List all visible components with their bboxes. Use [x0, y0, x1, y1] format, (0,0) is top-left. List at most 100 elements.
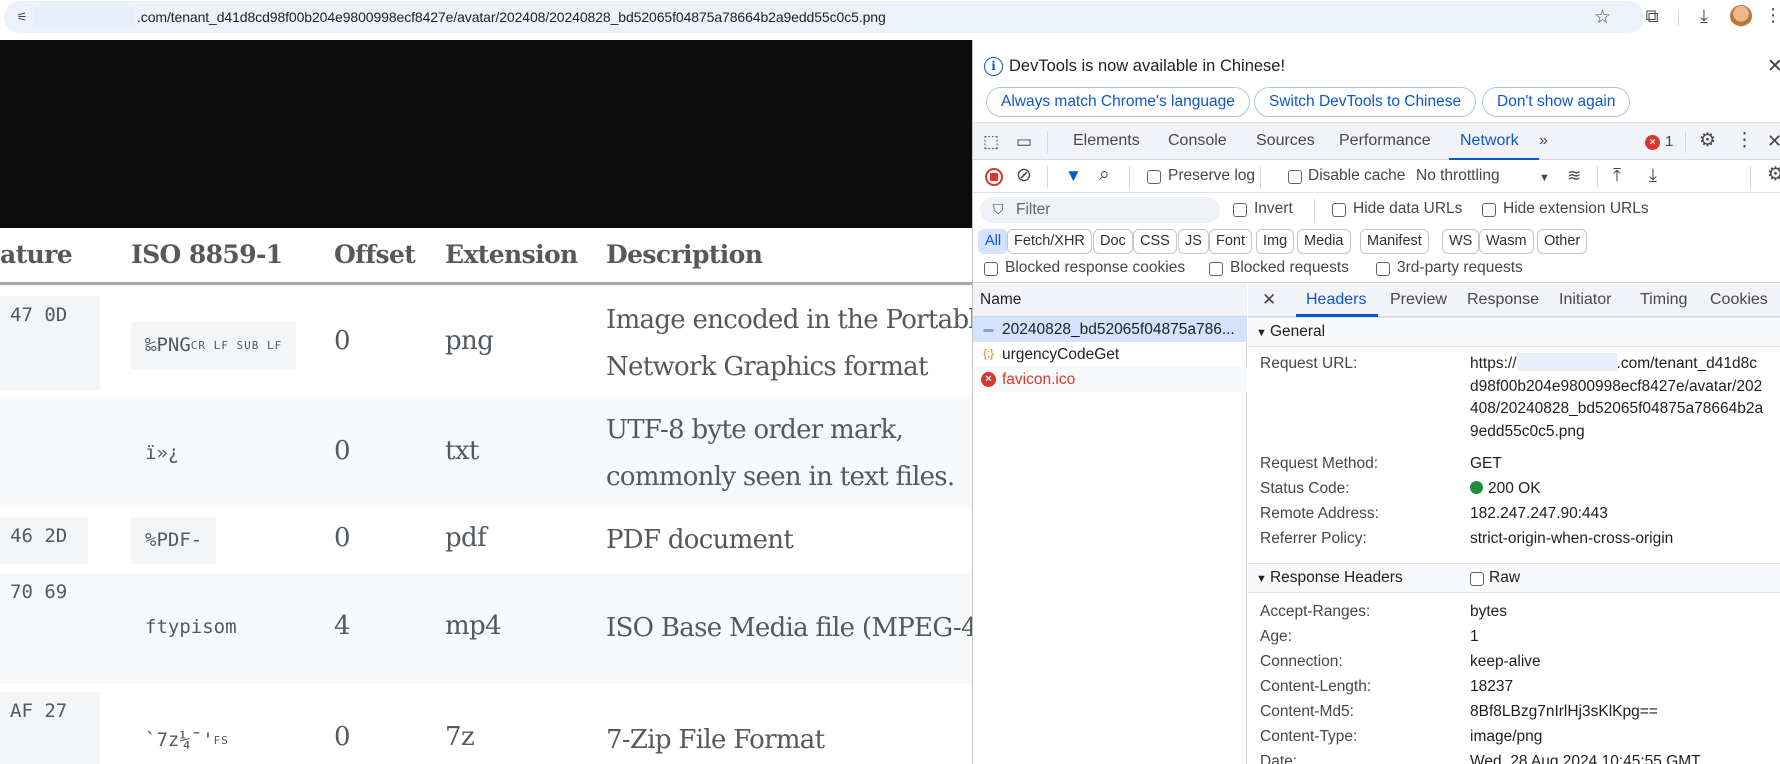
response-headers-section-toggle[interactable]: ▼ Response Headers Raw [1248, 563, 1780, 593]
error-count[interactable]: 1 [1665, 133, 1673, 150]
banner-message: DevTools is now available in Chinese! [1009, 57, 1286, 75]
settings-gear-icon[interactable]: ⚙ [1699, 131, 1716, 151]
description-line: UTF-8 byte order mark, [606, 415, 904, 445]
toolbar-divider [1678, 10, 1679, 26]
table-header: ature ISO 8859-1 Offset Extension Descri… [0, 228, 972, 285]
chevron-down-icon[interactable]: ▼ [1539, 168, 1550, 188]
filter-input[interactable] [980, 197, 1220, 223]
invert-checkbox[interactable] [1233, 203, 1247, 217]
network-toolbar: ⊘ ▼ ⌕ Preserve log Disable cache No thro… [973, 160, 1780, 193]
tab-sources[interactable]: Sources [1256, 132, 1315, 150]
blocked-requests-checkbox[interactable] [1209, 262, 1223, 276]
hex-signature: 47 0D [0, 296, 100, 390]
type-filter-js[interactable]: JS [1178, 229, 1209, 254]
extension: txt [445, 436, 479, 466]
extensions-icon[interactable]: ⧉ [1640, 5, 1664, 29]
site-info-icon[interactable]: ⚟ [14, 9, 30, 25]
description: UTF-8 byte order mark, commonly seen in t… [606, 407, 955, 501]
type-filter-all[interactable]: All [978, 229, 1009, 254]
always-match-language-button[interactable]: Always match Chrome's language [986, 87, 1250, 117]
tab-cookies[interactable]: Cookies [1710, 291, 1768, 309]
header-value: 1 [1470, 628, 1479, 645]
export-har-icon[interactable]: ⤓ [1649, 165, 1657, 185]
tab-console[interactable]: Console [1168, 132, 1227, 150]
url-text[interactable]: .com/tenant_d41d8cd98f00b204e9800998ecf8… [137, 9, 886, 25]
search-icon[interactable]: ⌕ [1099, 165, 1110, 185]
more-menu-icon[interactable]: ⋮ [1764, 6, 1780, 26]
raw-checkbox[interactable] [1470, 572, 1484, 586]
extension: pdf [445, 523, 487, 553]
preserve-log-checkbox[interactable] [1147, 170, 1161, 184]
more-tabs-button[interactable]: » [1539, 132, 1548, 150]
filter-funnel-icon[interactable]: ▼ [1065, 166, 1082, 186]
extension: png [445, 326, 494, 356]
info-icon: i [984, 57, 1003, 76]
description: PDF document [606, 525, 794, 555]
offset: 0 [334, 326, 351, 356]
type-filter-ws[interactable]: WS [1442, 229, 1480, 254]
request-row[interactable]: × favicon.ico [973, 367, 1247, 392]
request-url-value[interactable]: https:// .com/tenant_d41d8c d98f00b204e98… [1470, 353, 1763, 443]
status-code-value: 200 OK [1470, 478, 1541, 501]
blocked-response-cookies-checkbox[interactable] [984, 262, 998, 276]
record-stop-icon[interactable] [985, 168, 1003, 186]
address-bar[interactable]: ⚟ .com/tenant_d41d8cd98f00b204e9800998ec… [4, 1, 1644, 33]
close-devtools-icon[interactable]: ✕ [1767, 131, 1780, 151]
type-filter-fetch-xhr[interactable]: Fetch/XHR [1007, 229, 1092, 254]
hide-data-urls-checkbox[interactable] [1332, 203, 1346, 217]
tab-performance[interactable]: Performance [1339, 132, 1431, 150]
downloads-icon[interactable]: ⤓ [1692, 5, 1716, 29]
general-section-toggle[interactable]: ▼ General [1248, 317, 1780, 347]
type-filter-media[interactable]: Media [1297, 229, 1351, 254]
network-conditions-icon[interactable]: ≋ [1567, 166, 1581, 186]
switch-to-chinese-button[interactable]: Switch DevTools to Chinese [1254, 87, 1477, 117]
offset: 0 [334, 436, 351, 466]
type-filter-manifest[interactable]: Manifest [1360, 229, 1429, 254]
type-filter-wasm[interactable]: Wasm [1479, 229, 1534, 254]
request-name: favicon.ico [1002, 371, 1076, 388]
request-row[interactable]: {;} urgencyCodeGet [973, 342, 1247, 367]
throttling-select[interactable]: No throttling [1416, 167, 1500, 185]
header-iso: ISO 8859-1 [131, 240, 283, 269]
type-filter-other[interactable]: Other [1537, 229, 1588, 254]
invert-label: Invert [1254, 200, 1293, 217]
tab-preview[interactable]: Preview [1390, 291, 1447, 309]
iso-text: ‰PNGCR LF SUB LF [131, 322, 297, 369]
profile-avatar[interactable] [1730, 5, 1752, 27]
request-row[interactable]: ▬ 20240828_bd52065f04875a786... [973, 317, 1247, 342]
import-har-icon[interactable]: ⤒ [1613, 165, 1621, 185]
description: Image encoded in the Portable Network Gra… [606, 297, 972, 391]
extension: 7z [445, 722, 475, 752]
inspect-element-icon[interactable]: ⬚ [983, 132, 999, 152]
error-icon[interactable]: × [1645, 135, 1660, 150]
clear-icon[interactable]: ⊘ [1016, 166, 1032, 186]
tab-initiator[interactable]: Initiator [1559, 291, 1611, 309]
table-row: 70 69 ftypisom 4 mp4 ISO Base Media file… [0, 573, 972, 684]
hide-extension-urls-checkbox[interactable] [1482, 203, 1496, 217]
name-column-header[interactable]: Name [973, 283, 1247, 317]
network-settings-icon[interactable]: ⚙ [1767, 165, 1780, 185]
browser-toolbar: ⚟ .com/tenant_d41d8cd98f00b204e9800998ec… [0, 0, 1780, 40]
third-party-requests-checkbox[interactable] [1376, 262, 1390, 276]
type-filter-css[interactable]: CSS [1133, 229, 1177, 254]
tab-timing[interactable]: Timing [1640, 291, 1687, 309]
device-toolbar-icon[interactable]: ▭ [1016, 132, 1032, 152]
tab-headers[interactable]: Headers [1306, 291, 1366, 309]
raw-label: Raw [1489, 569, 1521, 586]
tab-network[interactable]: Network [1460, 132, 1519, 150]
tab-response[interactable]: Response [1467, 291, 1539, 309]
referrer-policy-value: strict-origin-when-cross-origin [1470, 530, 1674, 547]
header-value: bytes [1470, 603, 1508, 620]
disable-cache-checkbox[interactable] [1288, 170, 1302, 184]
tab-elements[interactable]: Elements [1073, 132, 1140, 150]
close-banner-icon[interactable]: ✕ [1767, 55, 1780, 78]
third-party-requests-label: 3rd-party requests [1397, 259, 1523, 276]
type-filter-img[interactable]: Img [1256, 229, 1295, 254]
close-details-icon[interactable]: ✕ [1262, 290, 1276, 310]
blocked-requests-label: Blocked requests [1230, 259, 1349, 276]
bookmark-star-icon[interactable]: ☆ [1594, 6, 1611, 28]
customize-menu-icon[interactable]: ⋮ [1735, 131, 1754, 151]
type-filter-doc[interactable]: Doc [1093, 229, 1133, 254]
type-filter-font[interactable]: Font [1209, 229, 1253, 254]
dont-show-again-button[interactable]: Don't show again [1482, 87, 1631, 117]
